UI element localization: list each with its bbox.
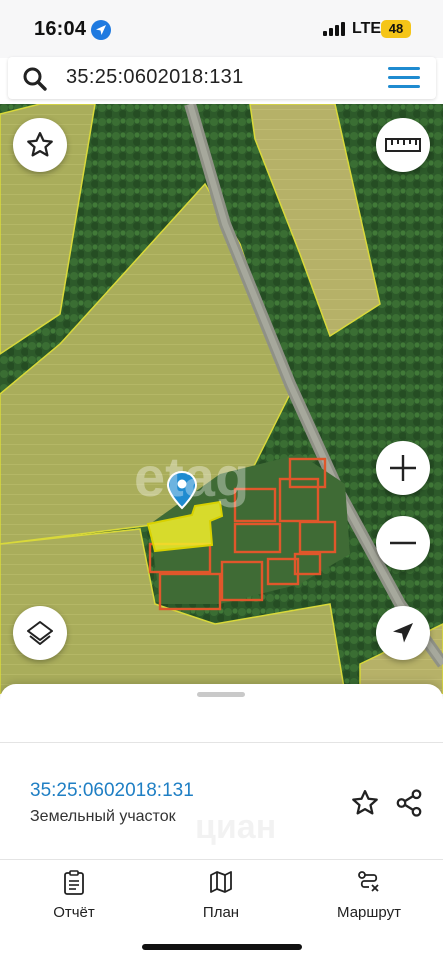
minus-icon	[390, 541, 416, 545]
parcel-type: Земельный участок	[30, 808, 176, 825]
map-plan-icon	[210, 871, 232, 893]
star-icon	[27, 132, 53, 157]
battery-icon: 48	[381, 20, 411, 38]
parcel-bottom-sheet[interactable]: 35:25:0602018:131 Земельный участок циан…	[0, 684, 443, 960]
search-bar[interactable]: 35:25:0602018:131	[8, 57, 436, 99]
divider	[0, 859, 443, 860]
zoom-out-button[interactable]	[376, 516, 430, 570]
share-icon[interactable]	[394, 788, 424, 818]
nav-route[interactable]: Маршрут	[309, 870, 429, 921]
divider	[0, 742, 443, 743]
network-type: LTE	[352, 20, 382, 37]
nav-route-label: Маршрут	[337, 904, 401, 921]
sheet-drag-handle[interactable]	[197, 692, 245, 697]
plus-icon	[390, 455, 416, 481]
ruler-icon	[385, 138, 421, 152]
status-bar: 16:04 LTE 48	[0, 0, 443, 58]
route-icon	[358, 871, 379, 892]
menu-icon[interactable]	[388, 67, 420, 89]
parcel-cadastral-number[interactable]: 35:25:0602018:131	[30, 780, 194, 802]
bookmark-star-icon[interactable]	[350, 788, 380, 818]
status-time: 16:04	[34, 18, 87, 40]
navigation-arrow-icon	[393, 623, 413, 643]
zoom-in-button[interactable]	[376, 441, 430, 495]
ruler-button[interactable]	[376, 118, 430, 172]
nav-report[interactable]: Отчёт	[14, 870, 134, 921]
favorite-map-button[interactable]	[13, 118, 67, 172]
satellite-map[interactable]: etag	[0, 104, 443, 694]
signal-icon	[323, 22, 345, 36]
nav-plan[interactable]: План	[161, 870, 281, 921]
report-icon	[64, 870, 84, 895]
map-watermark: etag	[134, 445, 250, 508]
map-imagery	[0, 104, 443, 694]
nav-plan-label: План	[202, 904, 240, 921]
nav-report-label: Отчёт	[53, 904, 95, 921]
background-watermark: циан	[195, 808, 277, 846]
location-arrow-icon	[91, 20, 111, 40]
layers-icon	[27, 621, 53, 645]
home-indicator	[142, 944, 302, 950]
my-location-button[interactable]	[376, 606, 430, 660]
search-icon[interactable]	[22, 66, 48, 92]
layers-button[interactable]	[13, 606, 67, 660]
search-input[interactable]: 35:25:0602018:131	[66, 66, 244, 89]
